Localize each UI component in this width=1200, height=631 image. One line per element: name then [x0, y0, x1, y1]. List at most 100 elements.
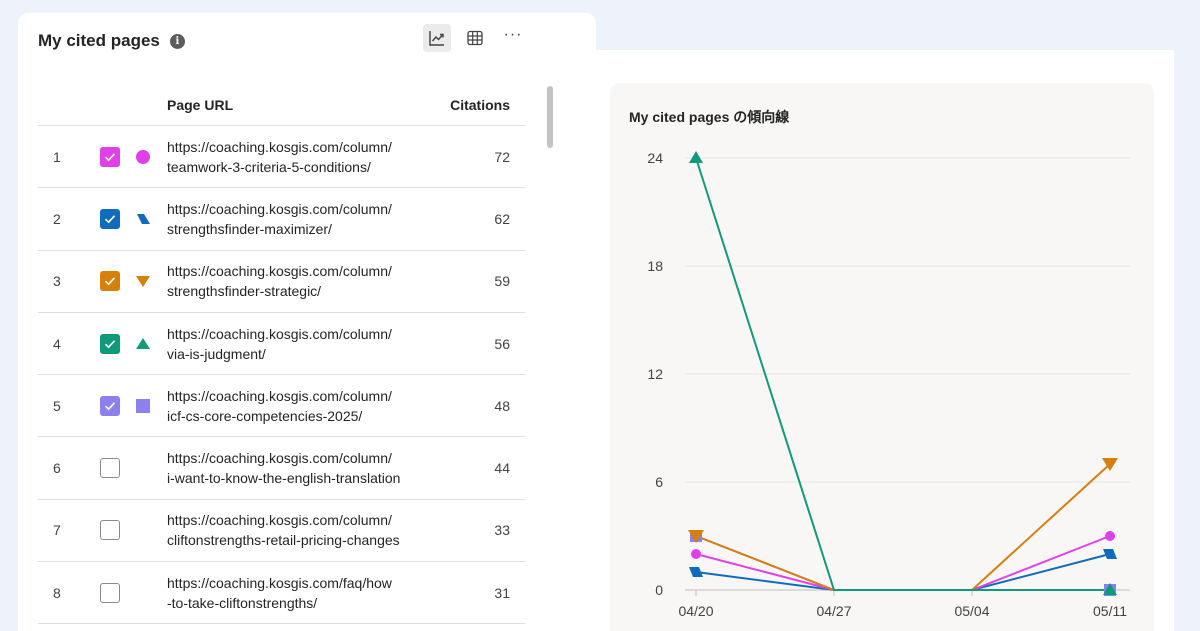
x-tick-label: 05/11 — [1093, 603, 1127, 619]
table-row[interactable]: 4 https://coaching.kosgis.com/column/via-… — [38, 313, 525, 376]
page-url-line: i-want-to-know-the-english-translation — [167, 470, 401, 487]
y-tick-label: 12 — [647, 366, 663, 382]
series-marker-triangle-up-icon — [135, 336, 151, 352]
y-tick-label: 6 — [655, 474, 663, 490]
citation-count: 59 — [494, 273, 510, 290]
info-icon[interactable]: i — [169, 33, 185, 49]
column-header-url[interactable]: Page URL — [167, 97, 233, 113]
page-url-line: https://coaching.kosgis.com/column/ — [167, 387, 392, 404]
view-toolbar: ··· — [423, 24, 527, 52]
citation-count: 44 — [494, 460, 510, 477]
line-chart-view-button[interactable] — [423, 24, 451, 52]
citation-count: 56 — [494, 335, 510, 352]
page-url-line: https://coaching.kosgis.com/column/ — [167, 138, 392, 155]
line-chart-icon — [429, 31, 444, 46]
table-row[interactable]: 6 https://coaching.kosgis.com/column/i-wa… — [38, 437, 525, 500]
x-tick-label: 04/20 — [678, 603, 713, 619]
page-url-line: https://coaching.kosgis.com/column/ — [167, 263, 392, 280]
page-url-line: https://coaching.kosgis.com/column/ — [167, 200, 392, 217]
citation-count: 31 — [494, 584, 510, 601]
y-tick-label: 24 — [647, 150, 663, 166]
page-url-line: teamwork-3-criteria-5-conditions/ — [167, 158, 371, 175]
page-url-line: -to-take-cliftonstrengths/ — [167, 594, 318, 611]
page-url-line: https://coaching.kosgis.com/column/ — [167, 512, 392, 529]
table-header: Page URL Citations — [38, 86, 525, 126]
table-view-button[interactable] — [461, 24, 489, 52]
table-row[interactable]: 8 https://coaching.kosgis.com/faq/how -to-… — [38, 562, 525, 625]
page-url-line: strengthsfinder-maximizer/ — [167, 220, 332, 237]
trend-chart-card: My cited pages の傾向線 0 6 12 18 24 04/20 04/27 05… — [610, 83, 1154, 631]
page-url-line: via-is-judgment/ — [167, 345, 266, 362]
checkmark-icon — [104, 339, 116, 348]
row-rank: 2 — [53, 210, 61, 227]
page-url-link[interactable]: https://coaching.kosgis.com/column/teamw… — [167, 137, 422, 177]
row-rank: 4 — [53, 335, 61, 352]
page-url-link[interactable]: https://coaching.kosgis.com/column/stren… — [167, 199, 422, 239]
table-row[interactable]: 2 https://coaching.kosgis.com/column/stre… — [38, 188, 525, 251]
trend-line-chart: 0 6 12 18 24 04/20 04/27 05/04 05/11 — [647, 150, 1130, 619]
row-rank: 6 — [53, 460, 61, 477]
data-point[interactable] — [689, 151, 703, 163]
table-row[interactable]: 1 https://coaching.kosgis.com/column/team… — [38, 126, 525, 189]
table-scrollbar[interactable] — [547, 86, 553, 148]
y-tick-label: 18 — [647, 258, 663, 274]
row-rank: 5 — [53, 397, 61, 414]
card-header: My cited pages i — [38, 31, 185, 51]
page-url-line: strengthsfinder-strategic/ — [167, 283, 322, 300]
series-line[interactable] — [695, 535, 1111, 591]
citation-count: 48 — [494, 397, 510, 414]
series-marker-triangle-down-icon — [135, 273, 151, 289]
row-checkbox[interactable] — [100, 208, 120, 229]
page-url-link[interactable]: https://coaching.kosgis.com/column/stren… — [167, 261, 422, 301]
row-rank: 8 — [53, 584, 61, 601]
row-checkbox[interactable] — [100, 395, 120, 416]
row-rank: 3 — [53, 273, 61, 290]
citation-count: 72 — [494, 148, 510, 165]
row-checkbox[interactable] — [100, 333, 120, 354]
row-checkbox[interactable] — [100, 271, 120, 292]
page-url-line: cliftonstrengths-retail-pricing-changes — [167, 532, 400, 549]
x-tick-label: 04/27 — [816, 603, 851, 619]
page-url-link[interactable]: https://coaching.kosgis.com/faq/how -to-t… — [167, 573, 422, 613]
series-marker-square-icon — [135, 398, 151, 414]
table-icon — [467, 30, 483, 46]
card-title: My cited pages — [38, 31, 160, 50]
citation-count: 62 — [494, 210, 510, 227]
row-checkbox[interactable] — [100, 582, 120, 603]
page-url-link[interactable]: https://coaching.kosgis.com/column/via-i… — [167, 324, 422, 364]
data-point[interactable] — [1105, 531, 1115, 541]
table-row[interactable]: 3 https://coaching.kosgis.com/column/stre… — [38, 251, 525, 313]
column-header-citations[interactable]: Citations — [450, 97, 510, 113]
table-body: 1 https://coaching.kosgis.com/column/team… — [38, 126, 525, 625]
row-checkbox[interactable] — [100, 146, 120, 167]
page-url-link[interactable]: https://coaching.kosgis.com/column/icf-c… — [167, 386, 422, 426]
checkmark-icon — [104, 277, 116, 286]
table-row[interactable]: 7 https://coaching.kosgis.com/column/clif… — [38, 500, 525, 563]
series-marker-circle-icon — [135, 149, 151, 165]
row-rank: 1 — [53, 148, 61, 165]
row-checkbox[interactable] — [100, 458, 120, 479]
y-tick-label: 0 — [655, 582, 663, 598]
page-url-line: https://coaching.kosgis.com/faq/how — [167, 574, 392, 591]
more-icon: ··· — [503, 26, 523, 43]
cited-pages-table: Page URL Citations 1 https://coaching.kos… — [38, 86, 525, 625]
data-point[interactable] — [1103, 549, 1117, 559]
page-url-line: icf-cs-core-competencies-2025/ — [167, 407, 363, 424]
checkmark-icon — [104, 402, 116, 411]
more-options-button[interactable]: ··· — [499, 21, 527, 49]
table-row[interactable]: 5 https://coaching.kosgis.com/column/icf-… — [38, 375, 525, 438]
page-url-link[interactable]: https://coaching.kosgis.com/column/clift… — [167, 510, 422, 550]
data-point[interactable] — [689, 567, 703, 577]
page-url-line: https://coaching.kosgis.com/column/ — [167, 450, 392, 467]
series-line[interactable] — [695, 535, 1110, 591]
x-tick-label: 05/04 — [954, 603, 989, 619]
citation-count: 33 — [494, 522, 510, 539]
data-point[interactable] — [691, 549, 701, 559]
row-rank: 7 — [53, 522, 61, 539]
series-marker-parallelogram-icon — [135, 211, 151, 227]
checkmark-icon — [104, 215, 116, 224]
page-url-line: https://coaching.kosgis.com/column/ — [167, 325, 392, 342]
page-url-link[interactable]: https://coaching.kosgis.com/column/i-wan… — [167, 448, 422, 488]
row-checkbox[interactable] — [100, 520, 120, 541]
checkmark-icon — [104, 152, 116, 161]
